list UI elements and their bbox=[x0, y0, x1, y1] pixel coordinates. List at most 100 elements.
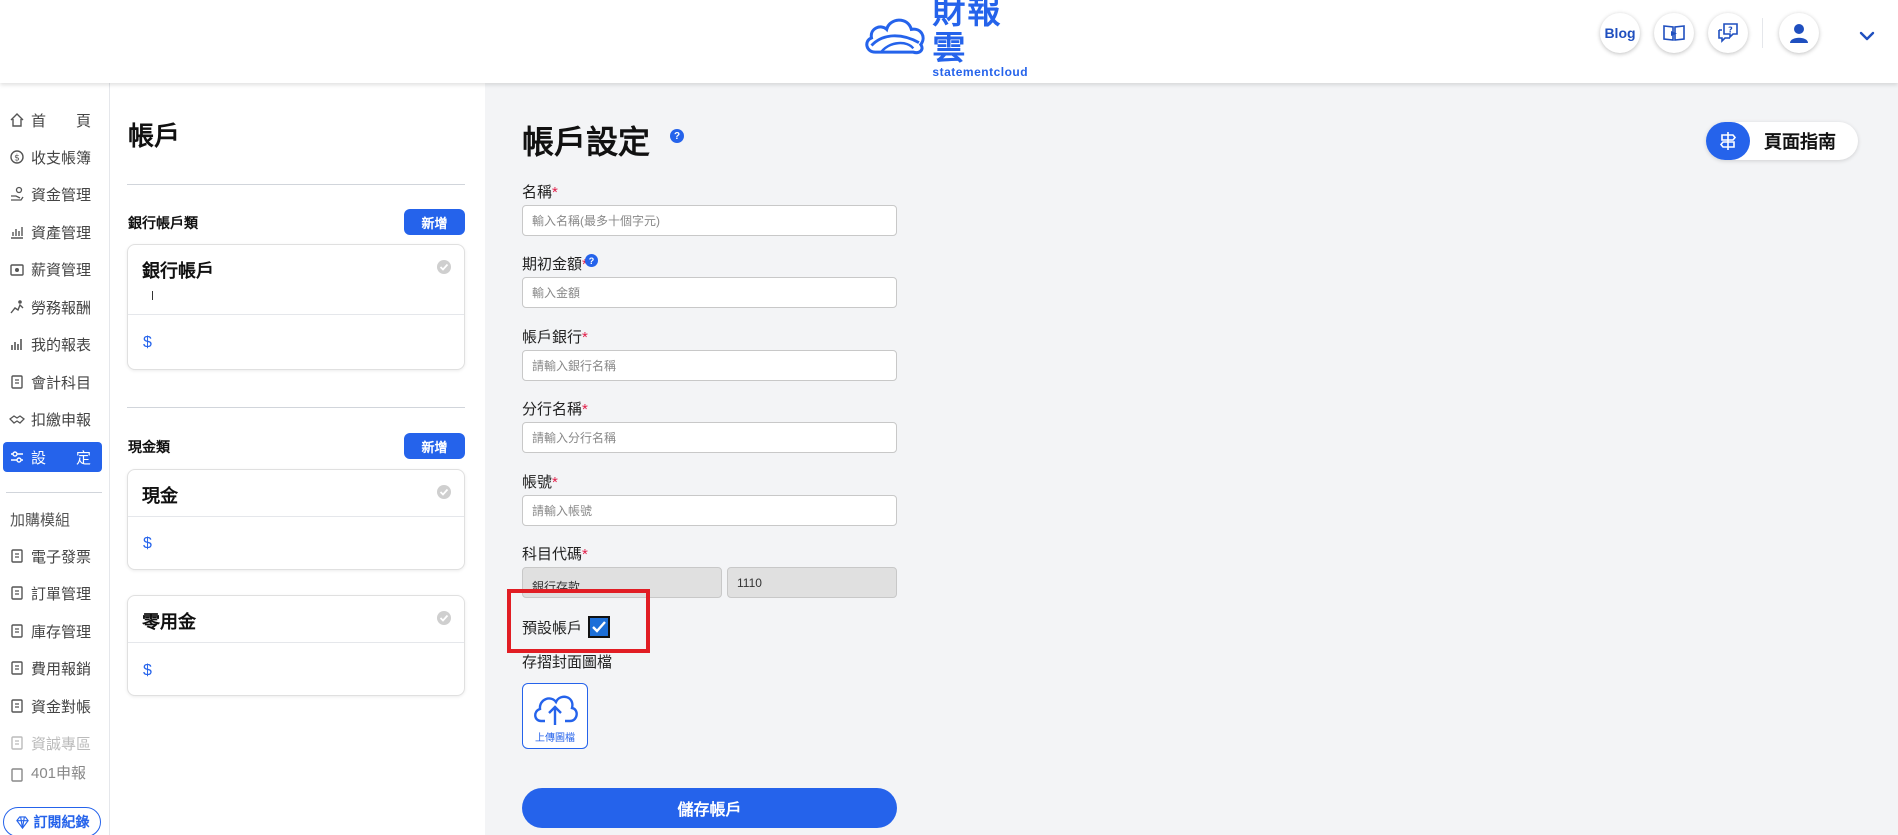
user-avatar-button[interactable] bbox=[1779, 13, 1819, 53]
account-settings-main: 帳戶設定 ? 頁面指南 名稱* 期初金額* ? 帳戶銀行* 分行名稱* 帳號* … bbox=[485, 83, 1898, 835]
opening-amount-input[interactable] bbox=[522, 277, 897, 308]
blog-button[interactable]: Blog bbox=[1600, 13, 1640, 53]
subscription-record-button[interactable]: 訂閱紀錄 bbox=[3, 807, 101, 835]
svg-text:?: ? bbox=[1728, 26, 1733, 35]
account-card-name: 銀行帳戶 bbox=[142, 261, 214, 281]
sidebar-item-reports[interactable]: 我的報表 bbox=[3, 329, 102, 359]
account-card-name: 零用金 bbox=[142, 612, 196, 632]
divider bbox=[127, 407, 465, 408]
svg-text:$: $ bbox=[14, 154, 20, 164]
add-bank-account-button[interactable]: 新增 bbox=[404, 209, 465, 235]
module-item-expenses[interactable]: 費用報銷 bbox=[3, 653, 102, 683]
page-title: 帳戶設定 bbox=[522, 124, 651, 160]
bank-account-card[interactable]: 銀行帳戶 $ bbox=[127, 244, 465, 370]
support-button[interactable]: ? bbox=[1708, 13, 1748, 53]
sidebar-item-salary[interactable]: 薪資管理 bbox=[3, 254, 102, 284]
document-icon bbox=[11, 661, 23, 675]
page-guide-label: 頁面指南 bbox=[1764, 132, 1836, 152]
sidebar-item-assets[interactable]: 資產管理 bbox=[3, 217, 102, 247]
account-number-input[interactable] bbox=[522, 495, 897, 526]
subject-code-field: 1110 bbox=[727, 567, 897, 598]
petty-cash-account-card[interactable]: 零用金 $ bbox=[127, 595, 465, 696]
branch-name-label: 分行名稱* bbox=[522, 401, 588, 418]
report-chart-icon bbox=[11, 339, 22, 350]
tutorial-button[interactable] bbox=[1654, 13, 1694, 53]
module-item-label: 電子發票 bbox=[31, 548, 92, 566]
blog-label: Blog bbox=[1604, 25, 1636, 41]
video-book-icon bbox=[1663, 25, 1685, 41]
sidebar-item-settings[interactable]: 設 定 bbox=[3, 442, 102, 472]
page-guide-button[interactable]: 頁面指南 bbox=[1706, 122, 1858, 160]
save-account-button[interactable]: 儲存帳戶 bbox=[522, 788, 897, 828]
document-icon bbox=[11, 736, 23, 750]
check-circle-icon[interactable] bbox=[436, 259, 452, 275]
main-sidebar: 首 頁 $ 收支帳簿 資金管理 資產管理 薪資管理 勞務報酬 我的報表 會計科目… bbox=[0, 83, 110, 835]
module-item-label: 庫存管理 bbox=[31, 623, 92, 641]
help-icon[interactable]: ? bbox=[670, 129, 684, 143]
help-icon[interactable]: ? bbox=[585, 254, 598, 267]
module-item-reconcile[interactable]: 資金對帳 bbox=[3, 691, 102, 721]
sidebar-divider bbox=[6, 492, 102, 493]
account-card-name: 現金 bbox=[142, 486, 178, 506]
money-hand-icon bbox=[11, 186, 24, 201]
name-input[interactable] bbox=[522, 205, 897, 236]
sidebar-item-label: 資金管理 bbox=[31, 186, 92, 204]
settings-sliders-icon bbox=[11, 451, 23, 463]
sidebar-item-label: 首 頁 bbox=[31, 112, 92, 130]
module-item-einvoice[interactable]: 電子發票 bbox=[3, 541, 102, 571]
sidebar-item-label: 設 定 bbox=[31, 449, 92, 467]
cash-account-card[interactable]: 現金 $ bbox=[127, 469, 465, 570]
brand-name-cn: 財報雲 bbox=[932, 0, 1003, 67]
sidebar-item-ledger[interactable]: $ 收支帳簿 bbox=[3, 142, 102, 172]
module-item-inventory[interactable]: 庫存管理 bbox=[3, 616, 102, 646]
check-circle-icon[interactable] bbox=[436, 610, 452, 626]
account-list-title: 帳戶 bbox=[128, 121, 181, 151]
sidebar-item-home[interactable]: 首 頁 bbox=[3, 105, 102, 135]
chevron-down-icon[interactable] bbox=[1858, 27, 1876, 45]
header-divider bbox=[1762, 18, 1763, 48]
cash-group-title: 現金類 bbox=[128, 439, 170, 455]
brand-name-en: statementcloud bbox=[932, 65, 1029, 79]
sidebar-item-label: 勞務報酬 bbox=[31, 299, 92, 317]
highlight-annotation-box bbox=[507, 589, 650, 653]
sidebar-item-service-fee[interactable]: 勞務報酬 bbox=[3, 292, 102, 322]
brand-logo[interactable]: 財報雲 statementcloud bbox=[862, 0, 1032, 78]
help-chat-icon: ? bbox=[1718, 23, 1738, 43]
ledger-icon bbox=[11, 375, 23, 389]
sidebar-item-funds[interactable]: 資金管理 bbox=[3, 179, 102, 209]
handshake-icon bbox=[9, 415, 25, 424]
module-item-orders[interactable]: 訂單管理 bbox=[3, 578, 102, 608]
module-item-401[interactable]: 401申報 bbox=[3, 765, 102, 783]
asset-chart-icon bbox=[11, 227, 23, 239]
module-item-label: 資誠專區 bbox=[31, 735, 92, 753]
account-card-amount: $ bbox=[143, 662, 152, 679]
add-cash-account-button[interactable]: 新增 bbox=[404, 433, 465, 459]
module-item-label: 費用報銷 bbox=[31, 660, 92, 678]
subject-code-label: 科目代碼* bbox=[522, 546, 588, 563]
home-icon bbox=[10, 113, 24, 127]
document-icon bbox=[11, 699, 23, 713]
sidebar-item-withholding[interactable]: 扣繳申報 bbox=[3, 404, 102, 434]
top-header: 財報雲 statementcloud Blog ? bbox=[0, 0, 1898, 83]
sidebar-item-label: 會計科目 bbox=[31, 374, 92, 392]
sidebar-item-label: 我的報表 bbox=[31, 336, 92, 354]
bank-name-input[interactable] bbox=[522, 350, 897, 381]
name-field-label: 名稱* bbox=[522, 184, 558, 201]
check-circle-icon[interactable] bbox=[436, 484, 452, 500]
bank-name-label: 帳戶銀行* bbox=[522, 329, 588, 346]
document-icon bbox=[11, 624, 23, 638]
diamond-icon bbox=[15, 815, 29, 829]
user-avatar-icon bbox=[1790, 24, 1808, 43]
cloud-logo-icon bbox=[865, 18, 925, 55]
card-divider bbox=[128, 314, 464, 315]
sidebar-item-label: 扣繳申報 bbox=[31, 411, 92, 429]
upload-image-button[interactable]: 上傳圖檔 bbox=[522, 683, 588, 749]
service-icon bbox=[10, 300, 24, 314]
sidebar-item-accounting[interactable]: 會計科目 bbox=[3, 367, 102, 397]
module-item-pwc[interactable]: 資誠專區 bbox=[3, 728, 102, 758]
opening-amount-label: 期初金額* bbox=[522, 256, 588, 273]
text-cursor bbox=[152, 291, 153, 300]
sidebar-item-label: 薪資管理 bbox=[31, 261, 92, 279]
branch-name-input[interactable] bbox=[522, 422, 897, 453]
account-list-panel: 帳戶 銀行帳戶類 新增 銀行帳戶 $ 現金類 新增 現金 $ 零用金 $ bbox=[110, 83, 485, 835]
